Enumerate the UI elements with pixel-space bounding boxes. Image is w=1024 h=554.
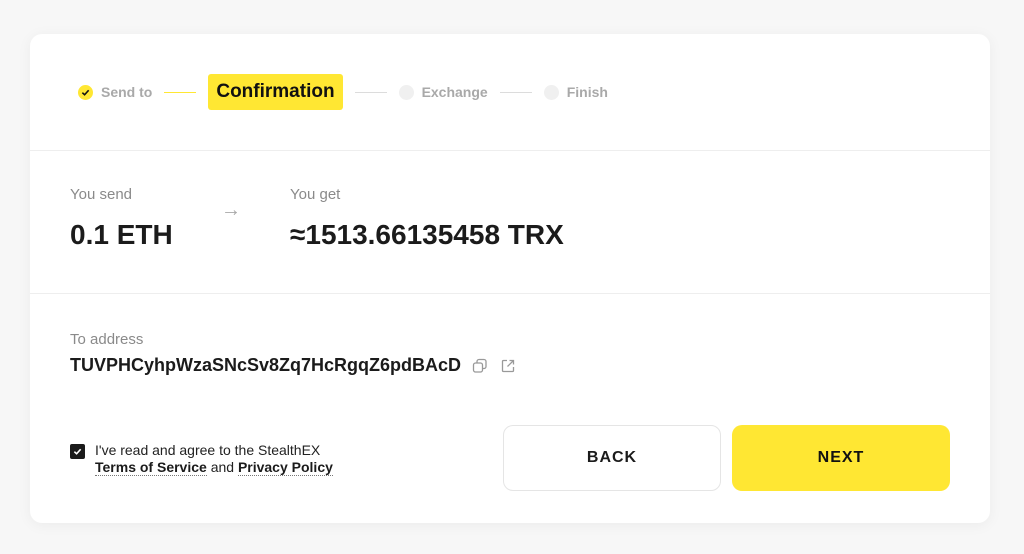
next-button[interactable]: NEXT: [732, 425, 950, 491]
divider: [30, 293, 990, 294]
stepper: Send to Confirmation Exchange Finish: [78, 74, 608, 110]
agreement-text: I've read and agree to the StealthEX: [95, 442, 321, 458]
to-address: TUVPHCyhpWzaSNcSv8Zq7HcRgqZ6pdBAcD: [70, 355, 517, 376]
agreement-and: and: [210, 459, 235, 475]
privacy-policy-link[interactable]: Privacy Policy: [237, 459, 333, 476]
divider: [30, 150, 990, 151]
step-send-to: Send to: [78, 84, 152, 100]
step-confirmation: Confirmation: [208, 74, 343, 110]
step-exchange: Exchange: [398, 84, 488, 100]
arrow-right-icon: →: [221, 199, 241, 221]
you-send-amount: 0.1 ETH: [70, 219, 173, 250]
agree-checkbox[interactable]: [70, 444, 85, 459]
external-link-icon[interactable]: [499, 357, 517, 375]
pending-dot-icon: [398, 84, 414, 100]
pending-dot-icon: [543, 84, 559, 100]
step-connector: [499, 91, 532, 93]
step-finish: Finish: [543, 84, 608, 100]
exchange-confirmation-card: Send to Confirmation Exchange Finish You…: [30, 34, 990, 523]
step-label: Send to: [101, 84, 153, 100]
step-label: Confirmation: [216, 81, 335, 102]
agreement: I've read and agree to the StealthEX Ter…: [70, 442, 333, 476]
you-get-label: You get: [290, 186, 341, 203]
you-send-label: You send: [70, 186, 133, 203]
to-address-value: TUVPHCyhpWzaSNcSv8Zq7HcRgqZ6pdBAcD: [70, 355, 462, 375]
step-label: Finish: [566, 84, 608, 100]
step-connector: [354, 91, 387, 93]
to-address-label: To address: [70, 331, 144, 348]
copy-icon[interactable]: [471, 357, 489, 375]
terms-of-service-link[interactable]: Terms of Service: [95, 459, 207, 476]
back-button[interactable]: BACK: [503, 425, 721, 491]
step-connector: [164, 91, 197, 93]
you-get-amount: ≈1513.66135458 TRX: [290, 219, 564, 250]
step-label: Exchange: [421, 84, 488, 100]
check-icon: [78, 84, 93, 100]
